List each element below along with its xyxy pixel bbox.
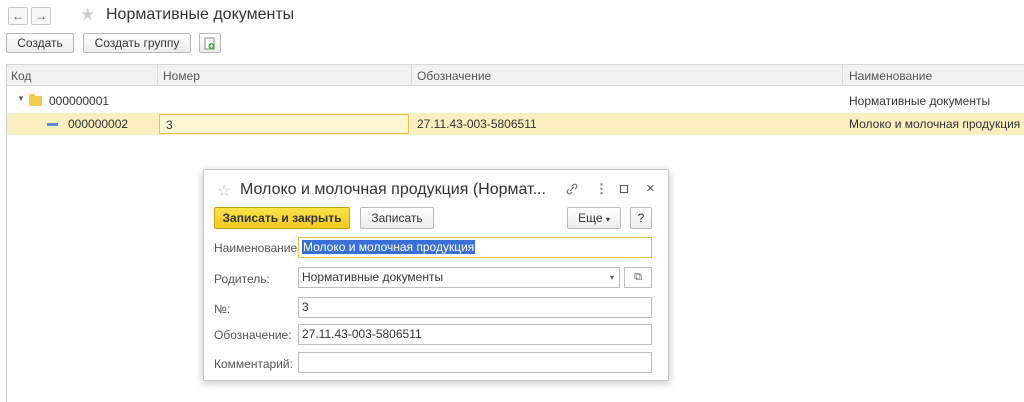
name-value: Молоко и молочная продукция — [302, 240, 476, 254]
arrow-right-icon: → — [35, 9, 47, 23]
designation-label: Обозначение: — [214, 328, 292, 342]
name-label: Наименование: — [214, 241, 301, 255]
column-header-number[interactable]: Номер — [163, 69, 200, 83]
back-button[interactable]: ← — [8, 7, 28, 25]
name-field[interactable]: Молоко и молочная продукция — [298, 237, 652, 258]
arrow-left-icon: ← — [12, 9, 24, 23]
row-number-cell[interactable]: 3 — [159, 114, 409, 134]
row-code: 000000002 — [68, 117, 129, 131]
column-header-designation[interactable]: Обозначение — [417, 69, 491, 83]
copy-add-button[interactable] — [199, 33, 221, 53]
more-label: Еще — [578, 211, 603, 225]
column-header-code[interactable]: Код — [11, 69, 31, 83]
close-icon[interactable]: × — [646, 180, 655, 197]
save-button[interactable]: Записать — [360, 207, 434, 229]
maximize-icon[interactable] — [620, 185, 628, 193]
comment-field[interactable] — [298, 352, 652, 373]
open-window-icon: ⧉ — [634, 271, 642, 283]
dropdown-arrow-icon[interactable]: ▾ — [610, 268, 614, 287]
parent-field[interactable]: Нормативные документы ▾ — [298, 267, 620, 288]
link-icon[interactable] — [565, 182, 579, 199]
favorite-star-icon[interactable]: ★ — [80, 6, 95, 23]
number-field[interactable]: 3 — [298, 297, 652, 318]
folder-icon — [29, 94, 42, 106]
create-group-button[interactable]: Создать группу — [83, 33, 191, 53]
table-row-selected[interactable]: 000000002 3 27.11.43-003-5806511 Молоко … — [7, 113, 1024, 135]
page-title: Нормативные документы — [106, 6, 295, 23]
save-and-close-button[interactable]: Записать и закрыть — [214, 207, 350, 229]
create-button[interactable]: Создать — [6, 33, 74, 53]
row-name: Нормативные документы — [849, 94, 991, 108]
favorite-star-icon[interactable]: ☆ — [217, 181, 231, 201]
dropdown-arrow-icon: ▾ — [605, 215, 610, 224]
column-header-name[interactable]: Наименование — [849, 69, 932, 83]
parent-value: Нормативные документы — [302, 270, 444, 284]
save-label: Записать — [371, 211, 423, 225]
designation-field[interactable]: 27.11.43-003-5806511 — [298, 324, 652, 345]
row-code: 000000001 — [49, 94, 110, 108]
document-add-icon — [204, 37, 215, 50]
forward-button[interactable]: → — [31, 7, 51, 25]
number-label: №: — [214, 302, 231, 316]
comment-label: Комментарий: — [214, 357, 293, 371]
item-marker-icon — [47, 123, 58, 126]
parent-label: Родитель: — [214, 272, 270, 286]
more-vertical-icon[interactable]: ⋮ — [595, 181, 608, 197]
document-dialog: ☆ Молоко и молочная продукция (Нормат...… — [203, 169, 669, 381]
help-button[interactable]: ? — [630, 207, 652, 229]
row-number: 3 — [166, 118, 173, 132]
more-button[interactable]: Еще ▾ — [567, 207, 621, 229]
row-name: Молоко и молочная продукция — [849, 117, 1021, 131]
dialog-title: Молоко и молочная продукция (Нормат... — [240, 181, 546, 198]
expand-triangle-icon[interactable]: ▼ — [17, 94, 25, 103]
table-header: Код Номер Обозначение Наименование — [7, 64, 1024, 86]
row-designation: 27.11.43-003-5806511 — [417, 117, 537, 131]
open-parent-button[interactable]: ⧉ — [624, 267, 652, 288]
table-row[interactable]: ▼ 000000001 Нормативные документы — [7, 90, 1024, 112]
